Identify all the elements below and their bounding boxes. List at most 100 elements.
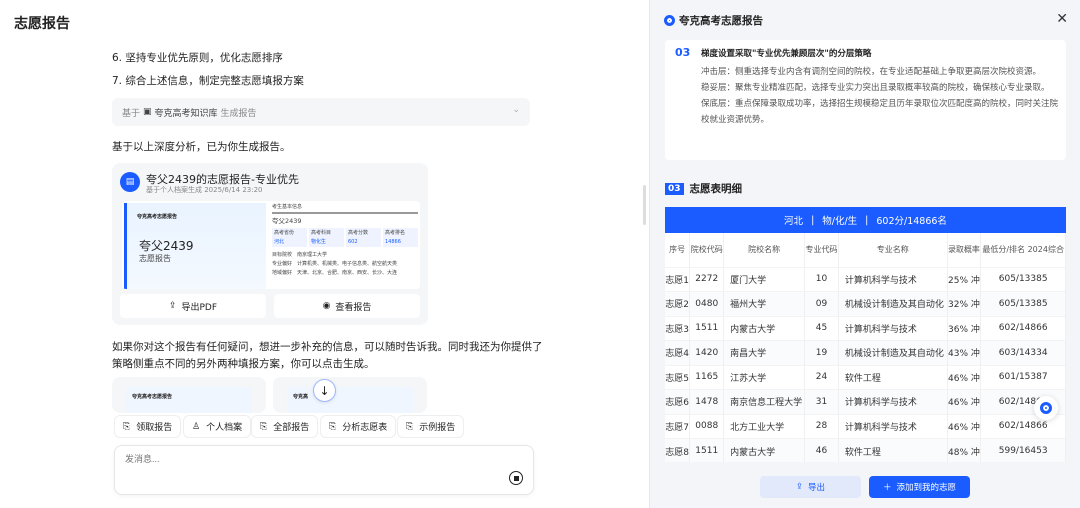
table-cell: 南京信息工程大学 bbox=[723, 389, 806, 414]
view-report-button[interactable]: ◉ 查看报告 bbox=[274, 294, 420, 318]
chip-analyze[interactable]: ⎘ 分析志愿表 bbox=[320, 415, 397, 438]
scrollbar[interactable] bbox=[643, 185, 646, 225]
table-cell: 1420 bbox=[689, 340, 725, 365]
export-label: 导出 bbox=[808, 483, 826, 493]
section-label: 志愿表明细 bbox=[689, 183, 743, 195]
quark-logo-icon bbox=[664, 15, 675, 26]
column-header: 最低分/排名 2024综合 bbox=[980, 233, 1066, 267]
chip-sample[interactable]: ⎘ 示例报告 bbox=[397, 415, 465, 438]
plan-card-1[interactable]: 夸克高考志愿报告 bbox=[112, 377, 266, 413]
strategy-number: 03 bbox=[675, 46, 691, 59]
table-cell: 25% 冲 bbox=[947, 266, 982, 292]
plan-card-2[interactable]: 夸克高 bbox=[273, 377, 427, 413]
strategy-line: 稳妥层：聚焦专业精准匹配，选择专业实力突出且录取概率较高的院校，确保核心专业录取… bbox=[701, 83, 1050, 93]
source-kb: 夸克高考知识库 bbox=[154, 108, 218, 119]
eye-icon: ◉ bbox=[322, 301, 331, 311]
table-cell: 1511 bbox=[689, 315, 725, 341]
table-cell: 605/13385 bbox=[980, 291, 1066, 316]
table-cell: 机械设计制造及其自动化 bbox=[838, 340, 948, 365]
chevron-down-icon: ⌄ bbox=[512, 105, 520, 115]
preview-row: 目标院校 南京理工大学 bbox=[272, 252, 328, 258]
chip-label: 分析志愿表 bbox=[342, 423, 388, 433]
preview-cell: 高考省份 河北 bbox=[272, 228, 307, 247]
message-box[interactable] bbox=[114, 445, 534, 495]
strategy-heading: 梯度设置采取"专业优先兼顾层次"的分层策略 bbox=[701, 49, 872, 59]
table-cell: 45 bbox=[804, 315, 839, 341]
table-cell: 北方工业大学 bbox=[723, 413, 806, 439]
message-input[interactable] bbox=[125, 454, 505, 464]
table-cell: 志愿5 bbox=[665, 364, 691, 390]
scroll-down-button[interactable]: ↓ bbox=[313, 379, 336, 402]
table-cell: 31 bbox=[804, 389, 839, 414]
table-cell: 南昌大学 bbox=[723, 340, 806, 365]
export-pdf-button[interactable]: ⇪ 导出PDF bbox=[120, 294, 266, 318]
chip-all-reports[interactable]: ⎘ 全部报告 bbox=[251, 415, 319, 438]
report-subtitle: 基于个人档案生成 2025/6/14 23:20 bbox=[146, 186, 263, 194]
panel-header: 夸克高考志愿报告 bbox=[664, 13, 763, 28]
table-cell: 10 bbox=[804, 266, 839, 292]
table-cell: 46% 冲 bbox=[947, 413, 982, 439]
chip-label: 领取报告 bbox=[136, 423, 173, 433]
chip-label: 个人档案 bbox=[206, 423, 243, 433]
source-collapse[interactable]: 基于 ▣ 夸克高考知识库 生成报告 ⌄ bbox=[112, 98, 530, 126]
table-row: 志愿2 0480 福州大学 09 机械设计制造及其自动化 32% 冲 605/13385 bbox=[665, 291, 1066, 316]
table-cell: 1478 bbox=[689, 389, 725, 414]
preview-cover: 夸克高考志愿报告 夸父2439 志愿报告 bbox=[124, 203, 266, 289]
table-cell: 志愿7 bbox=[665, 413, 691, 439]
table-cell: 计算机科学与技术 bbox=[838, 315, 948, 341]
view-report-label: 查看报告 bbox=[335, 302, 372, 313]
column-header: 专业名称 bbox=[838, 233, 948, 267]
table-row: 志愿8 1511 内蒙古大学 46 软件工程 48% 冲 599/16453 bbox=[665, 438, 1066, 462]
table-cell: 09 bbox=[804, 291, 839, 316]
table-cell: 志愿3 bbox=[665, 315, 691, 341]
page-title: 志愿报告 bbox=[14, 16, 70, 32]
report-preview[interactable]: 夸克高考志愿报告 夸父2439 志愿报告 考生基本信息 夸父2439 高考省份河… bbox=[122, 201, 420, 289]
band-score: 602分/14866名 bbox=[876, 216, 947, 227]
table-cell: 605/13385 bbox=[980, 266, 1066, 292]
export-icon: ⇪ bbox=[168, 301, 177, 311]
table-cell: 计算机科学与技术 bbox=[838, 413, 948, 439]
assistant-fab[interactable] bbox=[1034, 396, 1058, 420]
table-cell: 厦门大学 bbox=[723, 266, 806, 292]
preview-label: 志愿报告 bbox=[139, 254, 171, 263]
section-number: 03 bbox=[665, 182, 684, 195]
table-cell: 志愿4 bbox=[665, 340, 691, 365]
report-card[interactable]: ▤ 夸父2439的志愿报告-专业优先 基于个人档案生成 2025/6/14 23… bbox=[112, 163, 428, 325]
column-header: 院校名称 bbox=[723, 233, 806, 267]
strategy-line: 保底层：重点保障录取成功率，选择招生规模稳定且历年录取位次匹配度高的院校，同时关… bbox=[701, 99, 1059, 125]
followup-line-1: 如果你对这个报告有任何疑问，想进一步补充的信息，可以随时告诉我。同时我还为你提供… bbox=[112, 341, 543, 353]
table-cell: 46% 冲 bbox=[947, 364, 982, 390]
column-header: 序号 bbox=[665, 233, 691, 267]
table-cell: 602/14866 bbox=[980, 315, 1066, 341]
preview-row: 地域偏好 天津、北京、合肥、南京、西安、长沙、大连 bbox=[272, 270, 398, 276]
column-header: 录取概率 bbox=[947, 233, 982, 267]
close-icon[interactable]: ✕ bbox=[1056, 11, 1068, 27]
table-cell: 江苏大学 bbox=[723, 364, 806, 390]
export-button[interactable]: ⇪ 导出 bbox=[760, 476, 861, 498]
table-cell: 601/15387 bbox=[980, 364, 1066, 390]
table-cell: 志愿2 bbox=[665, 291, 691, 316]
chip-get-report[interactable]: ⎘ 领取报告 bbox=[114, 415, 182, 438]
table-cell: 计算机科学与技术 bbox=[838, 266, 948, 292]
preview-info: 考生基本信息 夸父2439 高考省份 河北 高考科目 物化生 高考分数 602 高考排… bbox=[272, 204, 418, 276]
student-band: 河北 | 物/化/生 | 602分/14866名 bbox=[665, 207, 1066, 233]
export-icon: ⇪ bbox=[795, 482, 804, 492]
table-cell: 28 bbox=[804, 413, 839, 439]
panel-title: 夸克高考志愿报告 bbox=[679, 15, 763, 27]
stop-button[interactable] bbox=[509, 471, 523, 485]
user-icon: ♙ bbox=[192, 421, 201, 432]
add-to-my-volunteers-button[interactable]: ＋ 添加到我的志愿 bbox=[869, 476, 970, 498]
table-cell: 603/14334 bbox=[980, 340, 1066, 365]
preview-info-title: 考生基本信息 bbox=[272, 204, 418, 214]
stop-icon bbox=[513, 475, 519, 481]
table-row: 志愿7 0088 北方工业大学 28 计算机科学与技术 46% 冲 602/14866 bbox=[665, 413, 1066, 439]
table-cell: 2272 bbox=[689, 266, 725, 292]
chip-profile[interactable]: ♙ 个人档案 bbox=[183, 415, 252, 438]
table-cell: 24 bbox=[804, 364, 839, 390]
table-cell: 计算机科学与技术 bbox=[838, 389, 948, 414]
table-cell: 46 bbox=[804, 438, 839, 462]
doc-plus-icon: ⎘ bbox=[123, 421, 131, 432]
intro-text: 基于以上深度分析，已为你生成报告。 bbox=[112, 141, 291, 153]
preview-cell: 高考排名 14866 bbox=[383, 228, 418, 247]
doc-plus-icon: ⎘ bbox=[260, 421, 268, 432]
